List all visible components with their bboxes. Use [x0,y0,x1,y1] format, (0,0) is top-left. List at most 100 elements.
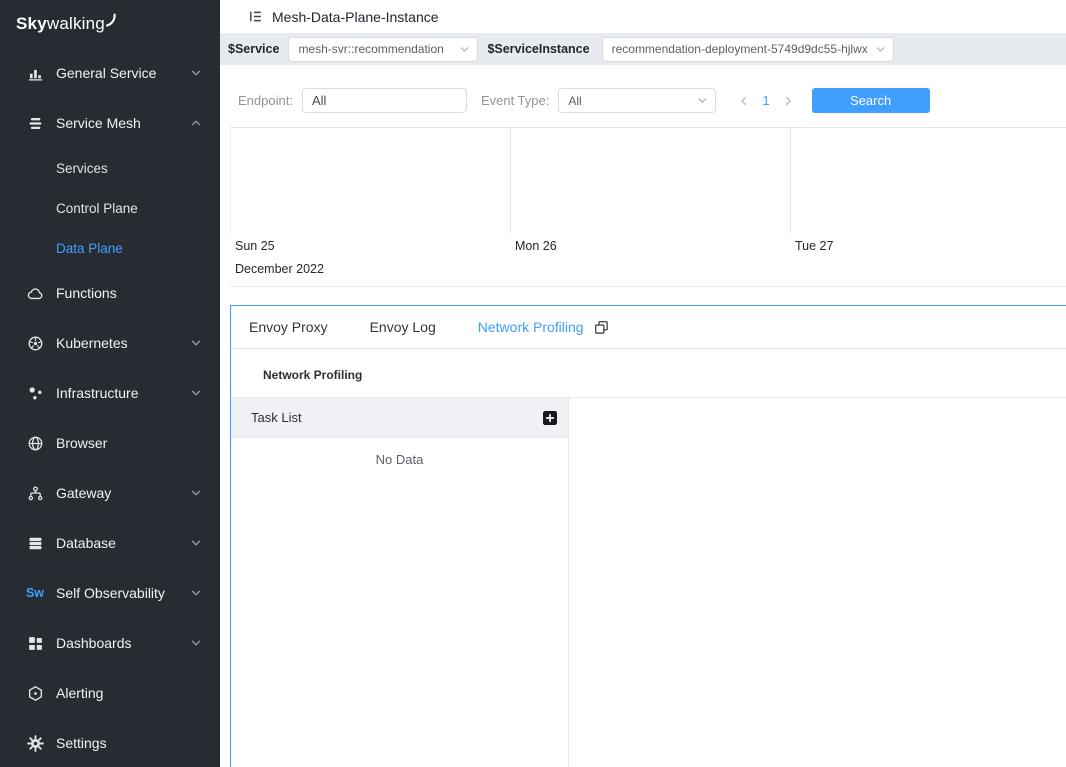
chevron-down-icon [459,44,470,55]
month-label: December 2022 [230,262,1066,276]
next-page-icon[interactable] [782,95,794,107]
service-select-value: mesh-svr::recommendation [298,42,443,56]
service-instance-select-value: recommendation-deployment-5749d9dc55-hjl… [612,42,868,56]
sidebar-item-label: Kubernetes [56,335,190,351]
logo-text-secondary: walking [47,14,105,34]
sidebar-item-infrastructure[interactable]: Infrastructure [0,368,220,418]
sidebar-item-label: Functions [56,285,202,301]
grid-icon [26,634,44,652]
service-instance-label: $ServiceInstance [487,42,589,56]
sidebar-item-control-plane[interactable]: Control Plane [0,188,220,228]
chevron-down-icon [190,487,202,499]
timeline-column [231,128,511,234]
network-profiling-panel: Task List No Data [231,398,1066,767]
chevron-down-icon [190,637,202,649]
hexagon-alert-icon [26,684,44,702]
cloud-icon [26,284,44,302]
mesh-icon [26,114,44,132]
tab-envoy-proxy[interactable]: Envoy Proxy [249,319,328,335]
endpoint-input[interactable] [302,88,467,113]
task-list-title: Task List [251,410,302,425]
search-button[interactable]: Search [812,88,930,113]
sidebar: Skywalking General Service Service Mesh … [0,0,220,767]
endpoint-label: Endpoint: [238,93,293,108]
service-select[interactable]: mesh-svr::recommendation [288,37,478,62]
gateway-icon [26,484,44,502]
event-type-select[interactable]: All [558,88,716,113]
timeline-column [511,128,791,234]
service-instance-select[interactable]: recommendation-deployment-5749d9dc55-hjl… [602,37,894,62]
day-label: Tue 27 [790,239,1066,253]
chevron-down-icon [697,95,708,106]
sidebar-item-data-plane[interactable]: Data Plane [0,228,220,268]
day-label: Mon 26 [510,239,790,253]
app-root: Skywalking General Service Service Mesh … [0,0,1066,767]
database-icon [26,534,44,552]
service-label: $Service [228,42,279,56]
task-list-panel: Task List No Data [231,398,569,767]
page-title: Mesh-Data-Plane-Instance [272,9,439,25]
chevron-down-icon [190,337,202,349]
kubernetes-icon [26,334,44,352]
sidebar-item-label: Infrastructure [56,385,190,401]
sidebar-item-service-mesh[interactable]: Service Mesh [0,98,220,148]
sidebar-item-self-observability[interactable]: Sw Self Observability [0,568,220,618]
timeline-grid [230,127,1066,234]
sw-icon: Sw [26,584,44,602]
chevron-down-icon [190,67,202,79]
tab-envoy-log[interactable]: Envoy Log [370,319,436,335]
sidebar-item-label: Self Observability [56,585,190,601]
tabs-widget[interactable]: Envoy Proxy Envoy Log Network Profiling … [230,305,1066,767]
sidebar-subitem-label: Data Plane [56,241,123,256]
sidebar-item-general-service[interactable]: General Service [0,48,220,98]
panel-title: Network Profiling [263,368,362,382]
sidebar-item-browser[interactable]: Browser [0,418,220,468]
sidebar-item-settings[interactable]: Settings [0,718,220,767]
sidebar-item-alerting[interactable]: Alerting [0,668,220,718]
day-label: Sun 25 [230,239,510,253]
sidebar-item-label: Browser [56,435,202,451]
chevron-down-icon [190,587,202,599]
chevron-down-icon [190,387,202,399]
globe-icon [26,434,44,452]
divider [230,286,1066,287]
sidebar-item-gateway[interactable]: Gateway [0,468,220,518]
sidebar-item-label: Alerting [56,685,202,701]
logo-text-primary: Sky [16,14,47,34]
timeline-day-labels: Sun 25 Mon 26 Tue 27 [230,234,1066,253]
gear-icon [26,734,44,752]
event-controls: Endpoint: Event Type: All 1 [230,85,1066,127]
sidebar-subitem-label: Services [56,161,108,176]
task-detail-panel [569,398,1066,767]
no-data-text: No Data [231,438,568,467]
sidebar-item-label: Service Mesh [56,115,190,131]
chart-icon [26,64,44,82]
logo-swoosh-icon [106,12,119,28]
selector-bar: $Service mesh-svr::recommendation $Servi… [220,33,1066,65]
events-widget: Endpoint: Event Type: All 1 [230,85,1066,287]
sidebar-item-label: Gateway [56,485,190,501]
event-type-select-value: All [568,94,581,108]
sidebar-item-functions[interactable]: Functions [0,268,220,318]
sidebar-item-dashboards[interactable]: Dashboards [0,618,220,668]
sidebar-item-label: Database [56,535,190,551]
event-type-label: Event Type: [481,93,549,108]
copy-icon[interactable] [594,320,609,335]
sidebar-item-label: Dashboards [56,635,190,651]
nodes-icon [26,384,44,402]
page-header: Mesh-Data-Plane-Instance [220,0,1066,33]
tab-network-profiling[interactable]: Network Profiling [478,319,584,335]
sidebar-item-kubernetes[interactable]: Kubernetes [0,318,220,368]
main-content: Mesh-Data-Plane-Instance $Service mesh-s… [220,0,1066,767]
sidebar-item-services[interactable]: Services [0,148,220,188]
sidebar-item-database[interactable]: Database [0,518,220,568]
event-timeline: Sun 25 Mon 26 Tue 27 December 2022 [230,127,1066,276]
prev-page-icon[interactable] [738,95,750,107]
task-list-header: Task List [231,398,568,438]
skywalking-logo[interactable]: Skywalking [0,0,220,48]
current-page-number[interactable]: 1 [762,93,769,108]
panel-title-row: Network Profiling [231,349,1066,398]
chevron-down-icon [190,537,202,549]
chevron-up-icon [190,117,202,129]
add-task-icon[interactable] [542,410,562,426]
